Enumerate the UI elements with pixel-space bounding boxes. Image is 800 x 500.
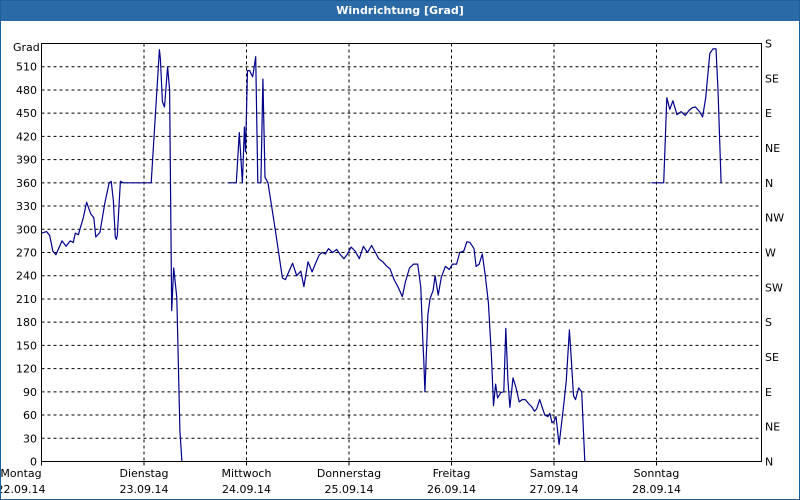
y-tick-label: 150	[16, 339, 37, 352]
right-tick-label: S	[765, 38, 772, 51]
y-tick-label: 270	[16, 247, 37, 260]
right-tick-label: N	[765, 177, 773, 190]
y-tick-label: 240	[16, 270, 37, 283]
x-tick-date: 26.09.14	[427, 483, 476, 496]
right-axis: N NE E SE S SW W NW N NE E SE S	[765, 38, 784, 469]
x-tick-date: 24.09.14	[222, 483, 271, 496]
y-tick-label: 450	[16, 107, 37, 120]
y-tick-label: 180	[16, 316, 37, 329]
y-tick-label: 30	[23, 432, 37, 445]
x-tick-date: 23.09.14	[120, 483, 169, 496]
right-tick-label: SW	[765, 281, 783, 294]
y-tick-label: 330	[16, 200, 37, 213]
window-title: Windrichtung [Grad]	[1, 1, 799, 21]
x-tick-day: Dienstag	[119, 467, 168, 480]
x-tick-day: Freitag	[433, 467, 471, 480]
right-tick-label: SE	[765, 72, 779, 85]
y-axis-label: Grad	[13, 41, 40, 54]
y-tick-label: 120	[16, 363, 37, 376]
x-axis: Montag 22.09.14 Dienstag 23.09.14 Mittwoch 24…	[1, 461, 681, 496]
right-tick-label: E	[765, 386, 772, 399]
y-tick-label: 510	[16, 61, 37, 74]
y-tick-label: 390	[16, 154, 37, 167]
x-tick-date: 22.09.14	[1, 483, 45, 496]
x-tick-day: Donnerstag	[317, 467, 381, 480]
series-line	[651, 48, 722, 184]
y-tick-label: 420	[16, 130, 37, 143]
y-tick-label: 360	[16, 177, 37, 190]
x-tick-date: 27.09.14	[530, 483, 579, 496]
x-tick-date: 25.09.14	[325, 483, 374, 496]
grid-lines	[41, 43, 762, 462]
y-tick-label: 480	[16, 84, 37, 97]
x-tick-date: 28.09.14	[632, 483, 681, 496]
chart-window: Windrichtung [Grad] Grad 0 30 60 90 120 150 18…	[0, 0, 800, 500]
right-tick-label: SE	[765, 351, 779, 364]
series-line	[228, 56, 586, 462]
series-layer	[41, 48, 722, 462]
right-tick-label: NW	[765, 212, 784, 225]
x-tick-day: Montag	[1, 467, 42, 480]
y-tick-label: 60	[23, 409, 37, 422]
wind-direction-chart: Grad 03060901201501802102402703003303603…	[1, 38, 784, 497]
y-tick-label: 90	[23, 386, 37, 399]
y-tick-label: 210	[16, 293, 37, 306]
right-tick-label: E	[765, 107, 772, 120]
right-tick-label: S	[765, 316, 772, 329]
right-tick-label: NE	[765, 421, 780, 434]
x-tick-day: Sonntag	[634, 467, 680, 480]
x-tick-day: Mittwoch	[222, 467, 272, 480]
y-axis: Grad 03060901201501802102402703003303603…	[13, 41, 40, 469]
series-line	[41, 49, 183, 462]
right-tick-label: NE	[765, 142, 780, 155]
x-tick-day: Samstag	[530, 467, 578, 480]
right-tick-label: W	[765, 247, 776, 260]
y-tick-label: 300	[16, 223, 37, 236]
right-tick-label: N	[765, 456, 773, 469]
